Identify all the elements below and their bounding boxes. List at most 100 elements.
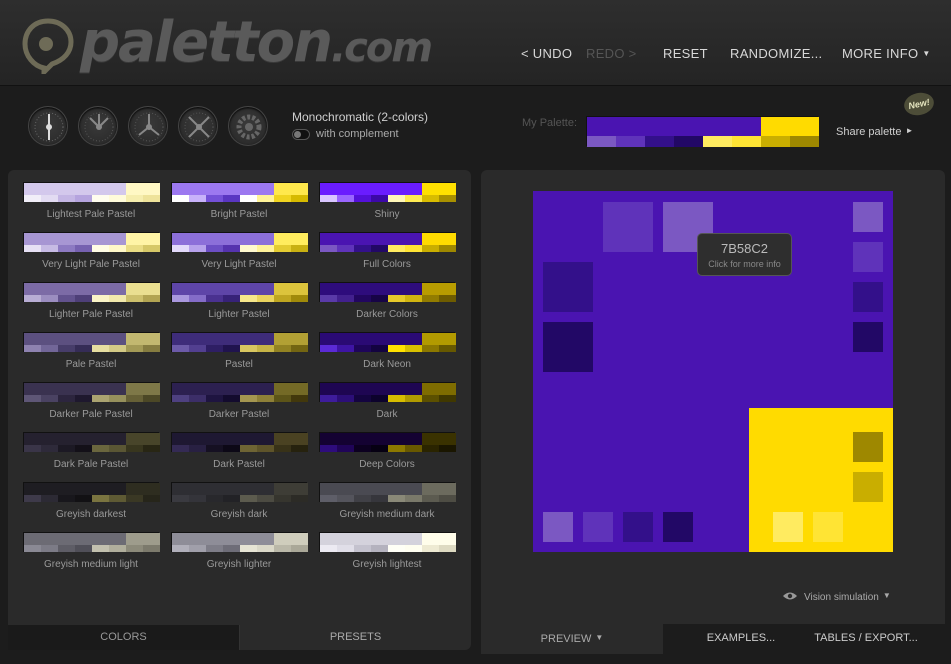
preset-complement-color — [422, 433, 456, 445]
preset-shade — [291, 245, 308, 252]
preset-complement-color — [422, 333, 456, 345]
preset-shade — [337, 395, 354, 402]
preset-item[interactable]: Dark Neon — [319, 332, 456, 377]
preset-shade — [274, 445, 291, 452]
triad-wheel-icon[interactable] — [128, 106, 168, 146]
preset-item[interactable]: Full Colors — [319, 232, 456, 277]
preset-item[interactable]: Lighter Pastel — [171, 282, 308, 327]
preview-swatch[interactable] — [853, 472, 883, 502]
preview-swatch[interactable] — [853, 282, 883, 312]
preset-item[interactable]: Dark — [319, 382, 456, 427]
preset-complement-color — [274, 433, 308, 445]
preset-shade — [126, 245, 143, 252]
preset-shade — [172, 395, 189, 402]
preview-swatch[interactable] — [853, 202, 883, 232]
preview-swatch[interactable] — [773, 512, 803, 542]
preset-item[interactable]: Greyish dark — [171, 482, 308, 527]
preview-swatch[interactable] — [583, 512, 613, 542]
tab-colors[interactable]: COLORS — [8, 625, 240, 650]
preset-label: Pastel — [225, 359, 253, 370]
complement-toggle[interactable] — [292, 129, 310, 140]
preset-item[interactable]: Greyish medium light — [23, 532, 160, 577]
logo-main-text: paletton — [80, 10, 333, 75]
tab-tables-export[interactable]: TABLES / EXPORT... — [801, 624, 931, 654]
preset-label: Lighter Pastel — [208, 309, 270, 320]
tab-preview[interactable]: PREVIEW ▼ — [481, 624, 663, 654]
preset-complement-color — [126, 233, 160, 245]
tetrad-wheel-icon[interactable] — [178, 106, 218, 146]
preset-item[interactable]: Darker Colors — [319, 282, 456, 327]
preview-swatch[interactable] — [853, 322, 883, 352]
free-style-wheel-icon[interactable] — [228, 106, 268, 146]
preview-swatch[interactable] — [813, 512, 843, 542]
preview-swatch[interactable] — [853, 432, 883, 462]
vision-simulation-menu[interactable]: Vision simulation ▼ — [782, 591, 891, 603]
color-tooltip[interactable]: 7B58C2 Click for more info — [697, 233, 792, 276]
redo-button[interactable]: REDO > — [586, 46, 637, 61]
preset-complement-color — [274, 283, 308, 295]
preset-item[interactable]: Very Light Pastel — [171, 232, 308, 277]
preset-item[interactable]: Shiny — [319, 182, 456, 227]
preset-shade — [92, 345, 109, 352]
preset-item[interactable]: Darker Pastel — [171, 382, 308, 427]
logo-domain-text: .com — [330, 25, 433, 71]
preview-swatch[interactable] — [543, 512, 573, 542]
preset-shade — [337, 345, 354, 352]
preset-item[interactable]: Greyish lightest — [319, 532, 456, 577]
preset-item[interactable]: Very Light Pale Pastel — [23, 232, 160, 277]
preview-swatch[interactable] — [543, 322, 593, 372]
reset-button[interactable]: RESET — [663, 46, 708, 61]
preset-main-color — [320, 433, 422, 445]
preset-shade — [143, 395, 160, 402]
preset-shades — [320, 245, 456, 252]
preset-item[interactable]: Greyish medium dark — [319, 482, 456, 527]
undo-button[interactable]: < UNDO — [521, 46, 572, 61]
preset-shade — [172, 545, 189, 552]
preset-shade — [109, 545, 126, 552]
preset-main-color — [320, 383, 422, 395]
preview-swatch[interactable] — [853, 242, 883, 272]
preset-item[interactable]: Lighter Pale Pastel — [23, 282, 160, 327]
preset-shades — [320, 495, 456, 502]
preset-item[interactable]: Darker Pale Pastel — [23, 382, 160, 427]
preview-swatch[interactable] — [603, 202, 653, 252]
preview-swatch[interactable] — [623, 512, 653, 542]
my-palette-swatch[interactable] — [586, 116, 819, 147]
preset-item[interactable]: Bright Pastel — [171, 182, 308, 227]
preset-item[interactable]: Lightest Pale Pastel — [23, 182, 160, 227]
preset-item[interactable]: Greyish lighter — [171, 532, 308, 577]
preset-shades — [172, 495, 308, 502]
brand-logo[interactable]: paletton.com — [80, 10, 433, 75]
preset-item[interactable]: Pastel — [171, 332, 308, 377]
preset-shade — [223, 495, 240, 502]
preset-item[interactable]: Pale Pastel — [23, 332, 160, 377]
preview-swatch[interactable] — [543, 262, 593, 312]
mono-wheel-icon[interactable] — [28, 106, 68, 146]
complement-area[interactable] — [749, 408, 893, 552]
preview-swatch[interactable] — [663, 512, 693, 542]
preset-label: Dark Neon — [363, 359, 411, 370]
preset-shade — [75, 245, 92, 252]
preset-label: Lighter Pale Pastel — [49, 309, 133, 320]
tab-presets[interactable]: PRESETS — [240, 625, 471, 650]
preset-shade — [240, 445, 257, 452]
more-info-menu[interactable]: MORE INFO ▼ — [842, 46, 931, 61]
preset-main-color — [320, 183, 422, 195]
preset-label: Dark Pale Pastel — [53, 459, 129, 470]
preset-item[interactable]: Dark Pastel — [171, 432, 308, 477]
tab-examples[interactable]: EXAMPLES... — [681, 624, 801, 654]
preset-shade — [58, 545, 75, 552]
preset-item[interactable]: Greyish darkest — [23, 482, 160, 527]
randomize-button[interactable]: RANDOMIZE... — [730, 46, 822, 61]
preset-item[interactable]: Dark Pale Pastel — [23, 432, 160, 477]
preset-shade — [354, 195, 371, 202]
palette-shade — [645, 136, 674, 147]
preset-label: Very Light Pastel — [201, 259, 277, 270]
adjacent-wheel-icon[interactable] — [78, 106, 118, 146]
preset-complement-color — [274, 233, 308, 245]
preset-shade — [206, 395, 223, 402]
preset-item[interactable]: Deep Colors — [319, 432, 456, 477]
preset-shade — [405, 395, 422, 402]
share-palette-button[interactable]: Share palette ► — [836, 126, 913, 138]
my-palette-shades — [587, 136, 819, 147]
